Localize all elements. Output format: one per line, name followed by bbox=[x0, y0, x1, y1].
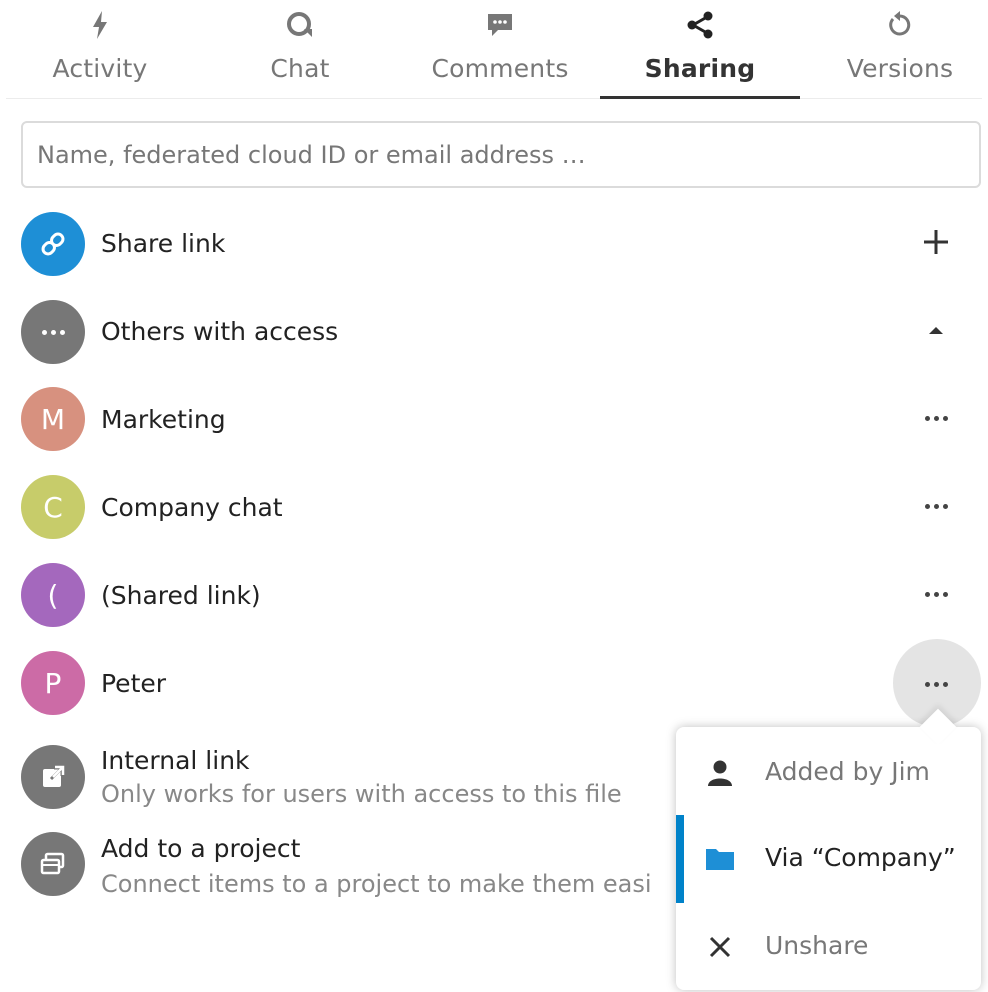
share-link-label: Share link bbox=[101, 229, 226, 258]
tab-label: Comments bbox=[431, 54, 569, 83]
avatar: P bbox=[21, 651, 85, 715]
share-entry-action-menu: Added by Jim Via “Company” Unshare bbox=[676, 727, 981, 990]
more-icon bbox=[924, 681, 948, 687]
share-entry-label: (Shared link) bbox=[101, 581, 261, 610]
user-icon bbox=[704, 757, 736, 789]
tab-label: Chat bbox=[270, 54, 330, 83]
avatar: ( bbox=[21, 563, 85, 627]
more-icon bbox=[21, 300, 85, 364]
internal-link-label: Internal link bbox=[101, 746, 250, 775]
tab-comments[interactable]: Comments bbox=[400, 0, 600, 100]
active-tab-indicator bbox=[600, 96, 800, 99]
activity-icon bbox=[84, 8, 116, 42]
others-with-access-row[interactable]: Others with access bbox=[0, 288, 988, 376]
share-entry-marketing[interactable]: M Marketing bbox=[0, 376, 988, 464]
avatar: M bbox=[21, 387, 85, 451]
more-icon bbox=[924, 415, 948, 421]
share-entry-menu-button[interactable] bbox=[914, 662, 958, 706]
menu-item-label: Via “Company” bbox=[765, 843, 956, 872]
more-icon bbox=[924, 591, 948, 597]
menu-item-label: Unshare bbox=[765, 931, 869, 960]
projects-icon bbox=[21, 832, 85, 896]
close-icon bbox=[704, 931, 736, 963]
add-icon bbox=[924, 230, 948, 254]
sidebar-tabs: Activity Chat Comments Sharing Versions bbox=[0, 0, 988, 100]
share-search-input[interactable] bbox=[21, 121, 981, 188]
tab-label: Activity bbox=[52, 54, 148, 83]
share-link-row[interactable]: Share link bbox=[0, 200, 988, 288]
add-to-project-label: Add to a project bbox=[101, 834, 301, 863]
share-icon bbox=[684, 8, 716, 42]
collapse-others-button[interactable] bbox=[914, 308, 958, 352]
tab-label: Versions bbox=[846, 54, 954, 83]
others-label: Others with access bbox=[101, 317, 339, 346]
caret-up-icon bbox=[929, 327, 943, 334]
tab-chat[interactable]: Chat bbox=[200, 0, 400, 100]
tab-versions[interactable]: Versions bbox=[800, 0, 988, 100]
share-entry-menu-button[interactable] bbox=[914, 572, 958, 616]
tab-sharing[interactable]: Sharing bbox=[600, 0, 800, 100]
share-entry-label: Peter bbox=[101, 669, 167, 698]
share-entry-label: Company chat bbox=[101, 493, 283, 522]
comments-icon bbox=[484, 8, 516, 42]
menu-item-via-company[interactable]: Via “Company” bbox=[676, 815, 981, 903]
more-icon bbox=[924, 503, 948, 509]
share-entry-menu-button[interactable] bbox=[914, 396, 958, 440]
share-entry-shared-link[interactable]: ( (Shared link) bbox=[0, 552, 988, 640]
share-entry-company-chat[interactable]: C Company chat bbox=[0, 464, 988, 552]
external-link-icon bbox=[21, 745, 85, 809]
menu-item-unshare[interactable]: Unshare bbox=[676, 903, 981, 991]
history-icon bbox=[884, 8, 916, 42]
folder-icon bbox=[704, 843, 736, 875]
share-entry-peter[interactable]: P Peter bbox=[0, 640, 988, 728]
link-icon bbox=[21, 212, 85, 276]
add-to-project-description: Connect items to a project to make them … bbox=[101, 870, 652, 898]
avatar: C bbox=[21, 475, 85, 539]
chat-icon bbox=[284, 8, 316, 42]
share-entry-label: Marketing bbox=[101, 405, 226, 434]
menu-item-label: Added by Jim bbox=[765, 757, 930, 786]
tab-activity[interactable]: Activity bbox=[0, 0, 200, 100]
share-entry-menu-button[interactable] bbox=[914, 484, 958, 528]
internal-link-description: Only works for users with access to this… bbox=[101, 780, 622, 808]
add-share-link-button[interactable] bbox=[914, 220, 958, 264]
tabs-divider bbox=[6, 98, 982, 99]
tab-label: Sharing bbox=[644, 54, 756, 83]
